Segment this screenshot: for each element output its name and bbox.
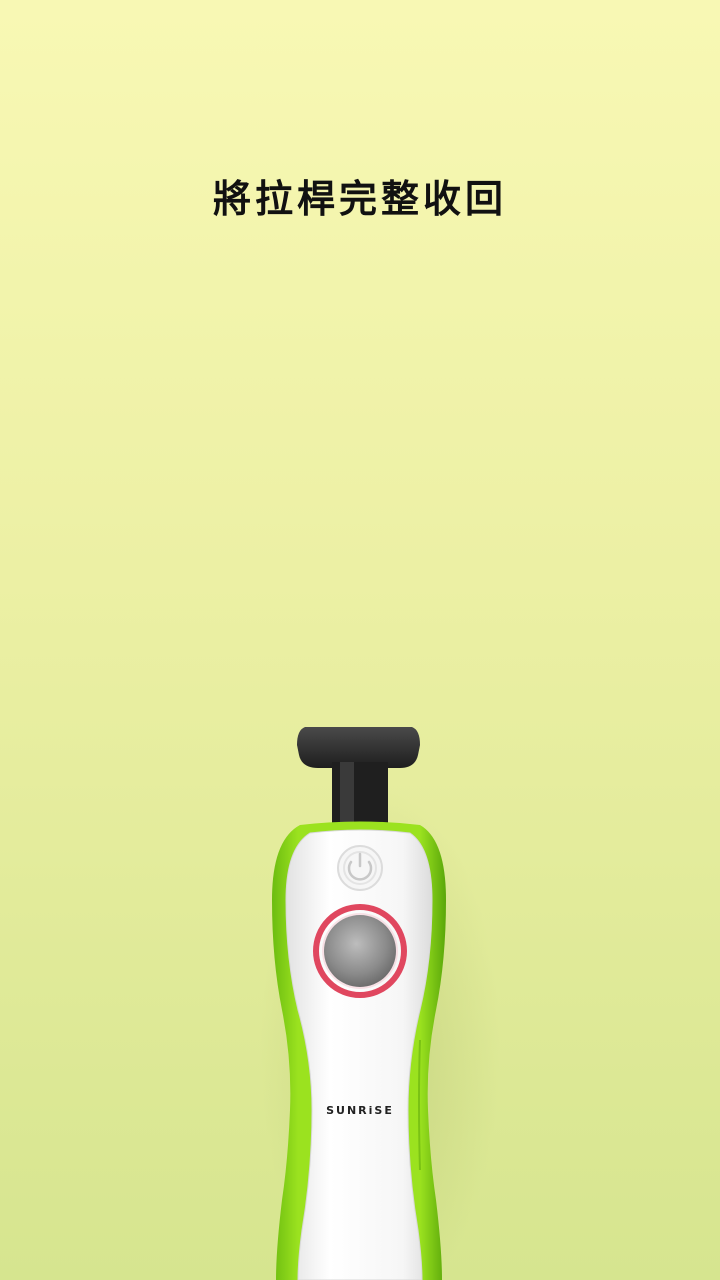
device-illustration: SUNRiSE <box>0 0 720 1280</box>
device-face <box>285 829 433 1280</box>
main-button[interactable] <box>313 904 407 998</box>
sunrise-device-image: SUNRiSE <box>260 727 500 1280</box>
power-button[interactable] <box>337 845 383 891</box>
brand-logo: SUNRiSE <box>326 1104 394 1117</box>
